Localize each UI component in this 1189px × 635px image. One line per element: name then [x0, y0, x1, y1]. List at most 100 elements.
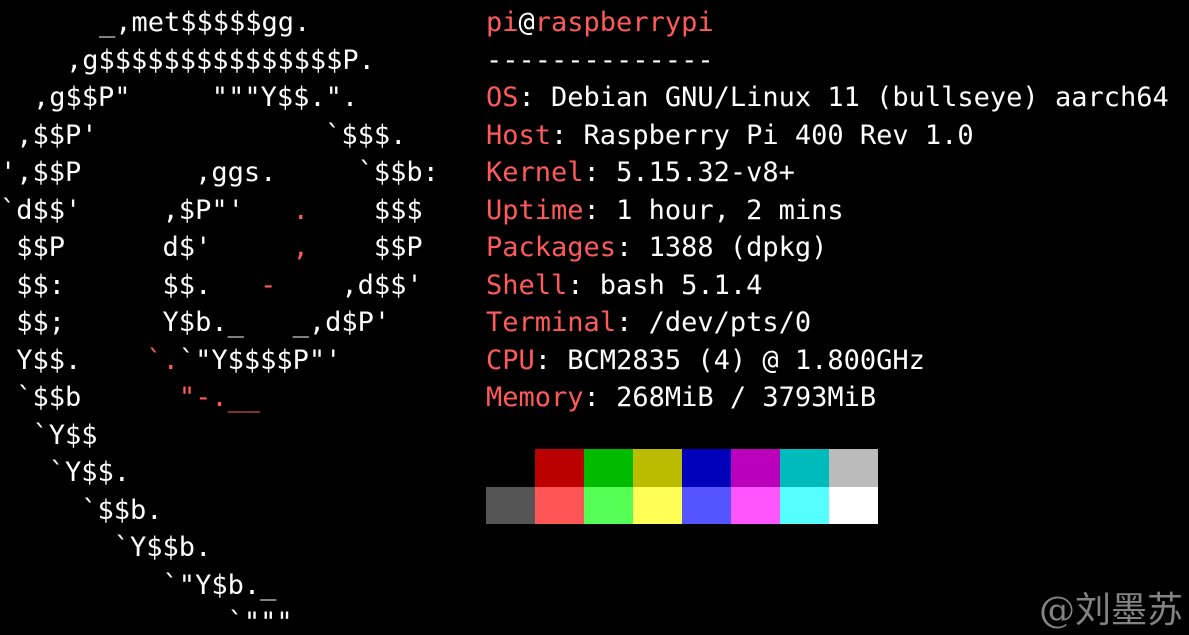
color-swatch-bright-0 — [486, 486, 535, 524]
field-key: CPU — [486, 344, 535, 376]
logo-part: $$: $$. — [0, 269, 261, 301]
field-value: Raspberry Pi 400 Rev 1.0 — [583, 119, 974, 151]
logo-line: `Y$$b. — [0, 529, 212, 567]
field-value: BCM2835 (4) @ 1.800GHz — [567, 344, 925, 376]
info-field-shell: Shell: bash 5.1.4 — [486, 267, 1186, 305]
hostname: raspberrypi — [534, 7, 714, 38]
field-key: Shell — [486, 269, 568, 301]
logo-line: ,g$$P" """Y$$.". — [33, 79, 358, 117]
logo-part: `Y$$ — [0, 419, 98, 451]
logo-part: `"Y$$$$P"' — [178, 344, 342, 376]
field-value: 1388 (dpkg) — [648, 232, 828, 263]
logo-accent-part: . — [292, 194, 309, 226]
logo-part: $$P — [308, 232, 423, 263]
field-value: 268MiB / 3793MiB — [616, 382, 877, 413]
info-field-kernel: Kernel: 5.15.32-v8+ — [486, 154, 1186, 192]
watermark: @刘墨苏 — [1038, 590, 1183, 631]
logo-part: ,d$$' — [276, 269, 423, 301]
field-colon: : — [616, 232, 649, 263]
logo-part: Y$$. — [0, 344, 147, 376]
logo-accent-part: , — [292, 232, 309, 263]
field-colon: : — [567, 269, 600, 301]
system-info-panel: pi@raspberrypi -------------- OS: Debian… — [486, 4, 1186, 417]
user-host-title: pi@raspberrypi — [486, 4, 1186, 42]
color-swatch-normal-5 — [731, 449, 780, 487]
logo-part: `$$b — [0, 382, 179, 413]
logo-line: ,g$$$$$$$$$$$$$$$P. — [66, 42, 375, 80]
field-colon: : — [616, 307, 649, 338]
logo-part: _,met$$$$$gg. — [99, 7, 311, 38]
palette-bright-row — [486, 486, 878, 524]
logo-line: `""" — [0, 604, 293, 635]
logo-line: $$P d$' , $$P — [0, 229, 423, 267]
field-colon: : — [534, 344, 568, 376]
debian-ascii-logo: _,met$$$$$gg. ,g$$$$$$$$$$$$$$$P. ,g$$P" "… — [0, 4, 460, 635]
color-swatch-normal-1 — [535, 449, 584, 487]
logo-part: ,g$$P" """Y$$.". — [33, 82, 359, 113]
field-key: Packages — [486, 232, 617, 263]
field-key: Memory — [486, 382, 584, 413]
color-swatch-bright-6 — [780, 486, 829, 524]
logo-part: `Y$$b. — [0, 532, 212, 563]
color-swatch-bright-4 — [682, 486, 731, 524]
field-value: 5.15.32-v8+ — [616, 157, 795, 188]
color-swatch-normal-7 — [829, 449, 878, 487]
logo-line: Y$$. `.`"Y$$$$P"' — [0, 342, 341, 380]
logo-part: `Y$$. — [0, 457, 131, 488]
color-swatch-normal-3 — [633, 449, 682, 487]
logo-line: `d$$' ,$P"' . $$$ — [0, 192, 423, 230]
logo-part: $$; Y$b._ _,d$P' — [0, 307, 391, 338]
logo-line: ,$$P' `$$$. — [0, 117, 406, 155]
color-swatch-normal-6 — [780, 449, 829, 487]
logo-line: $$; Y$b._ _,d$P' — [0, 304, 390, 342]
field-colon: : — [518, 82, 552, 113]
info-field-uptime: Uptime: 1 hour, 2 mins — [486, 192, 1186, 230]
field-key: OS — [486, 82, 519, 113]
logo-line: `Y$$ — [0, 417, 98, 455]
logo-part: ',$$P ,ggs. `$$b: — [0, 157, 439, 188]
info-field-terminal: Terminal: /dev/pts/0 — [486, 304, 1186, 342]
logo-part: `""" — [0, 607, 293, 635]
logo-part: ,$$P' `$$$. — [0, 119, 407, 151]
color-swatch-normal-2 — [584, 449, 633, 487]
logo-part: ,g$$$$$$$$$$$$$$$P. — [66, 44, 375, 76]
field-value: Debian GNU/Linux 11 (bullseye) aarch64 — [551, 82, 1169, 113]
logo-line: `$$b "-.__ — [0, 379, 260, 417]
field-key: Kernel — [486, 157, 584, 188]
field-value: /dev/pts/0 — [648, 307, 812, 338]
color-swatch-bright-1 — [535, 486, 584, 524]
logo-line: ',$$P ,ggs. `$$b: — [0, 154, 439, 192]
info-field-cpu: CPU: BCM2835 (4) @ 1.800GHz — [486, 342, 1186, 380]
logo-accent-part: `. — [146, 344, 179, 376]
field-colon: : — [551, 119, 584, 151]
logo-part: $$$ — [308, 194, 423, 226]
info-field-host: Host: Raspberry Pi 400 Rev 1.0 — [486, 117, 1186, 155]
logo-line: `Y$$. — [0, 454, 130, 492]
color-swatch-bright-2 — [584, 486, 633, 524]
field-value: 1 hour, 2 mins — [616, 194, 844, 226]
info-field-memory: Memory: 268MiB / 3793MiB — [486, 379, 1186, 417]
logo-line: _,met$$$$$gg. — [99, 4, 310, 42]
field-colon: : — [583, 194, 617, 226]
at-sign: @ — [518, 7, 535, 38]
field-colon: : — [583, 157, 617, 188]
color-swatch-bright-5 — [731, 486, 780, 524]
color-swatch-bright-3 — [633, 486, 682, 524]
info-field-packages: Packages: 1388 (dpkg) — [486, 229, 1186, 267]
logo-part: `"Y$b._ — [0, 569, 277, 601]
logo-part: $$P d$' — [0, 232, 293, 263]
color-swatch-bright-7 — [829, 486, 878, 524]
field-colon: : — [583, 382, 617, 413]
color-swatch-normal-4 — [682, 449, 731, 487]
field-key: Terminal — [486, 307, 617, 338]
field-key: Host — [486, 119, 552, 151]
logo-line: `"Y$b._ — [0, 567, 277, 605]
color-palette — [486, 449, 878, 524]
info-field-os: OS: Debian GNU/Linux 11 (bullseye) aarch… — [486, 79, 1186, 117]
info-fields: OS: Debian GNU/Linux 11 (bullseye) aarch… — [486, 79, 1186, 417]
field-value: bash 5.1.4 — [599, 269, 763, 301]
color-swatch-normal-0 — [486, 449, 535, 487]
logo-accent-part: "-.__ — [178, 382, 261, 413]
logo-line: `$$b. — [0, 492, 162, 530]
field-key: Uptime — [486, 194, 584, 226]
